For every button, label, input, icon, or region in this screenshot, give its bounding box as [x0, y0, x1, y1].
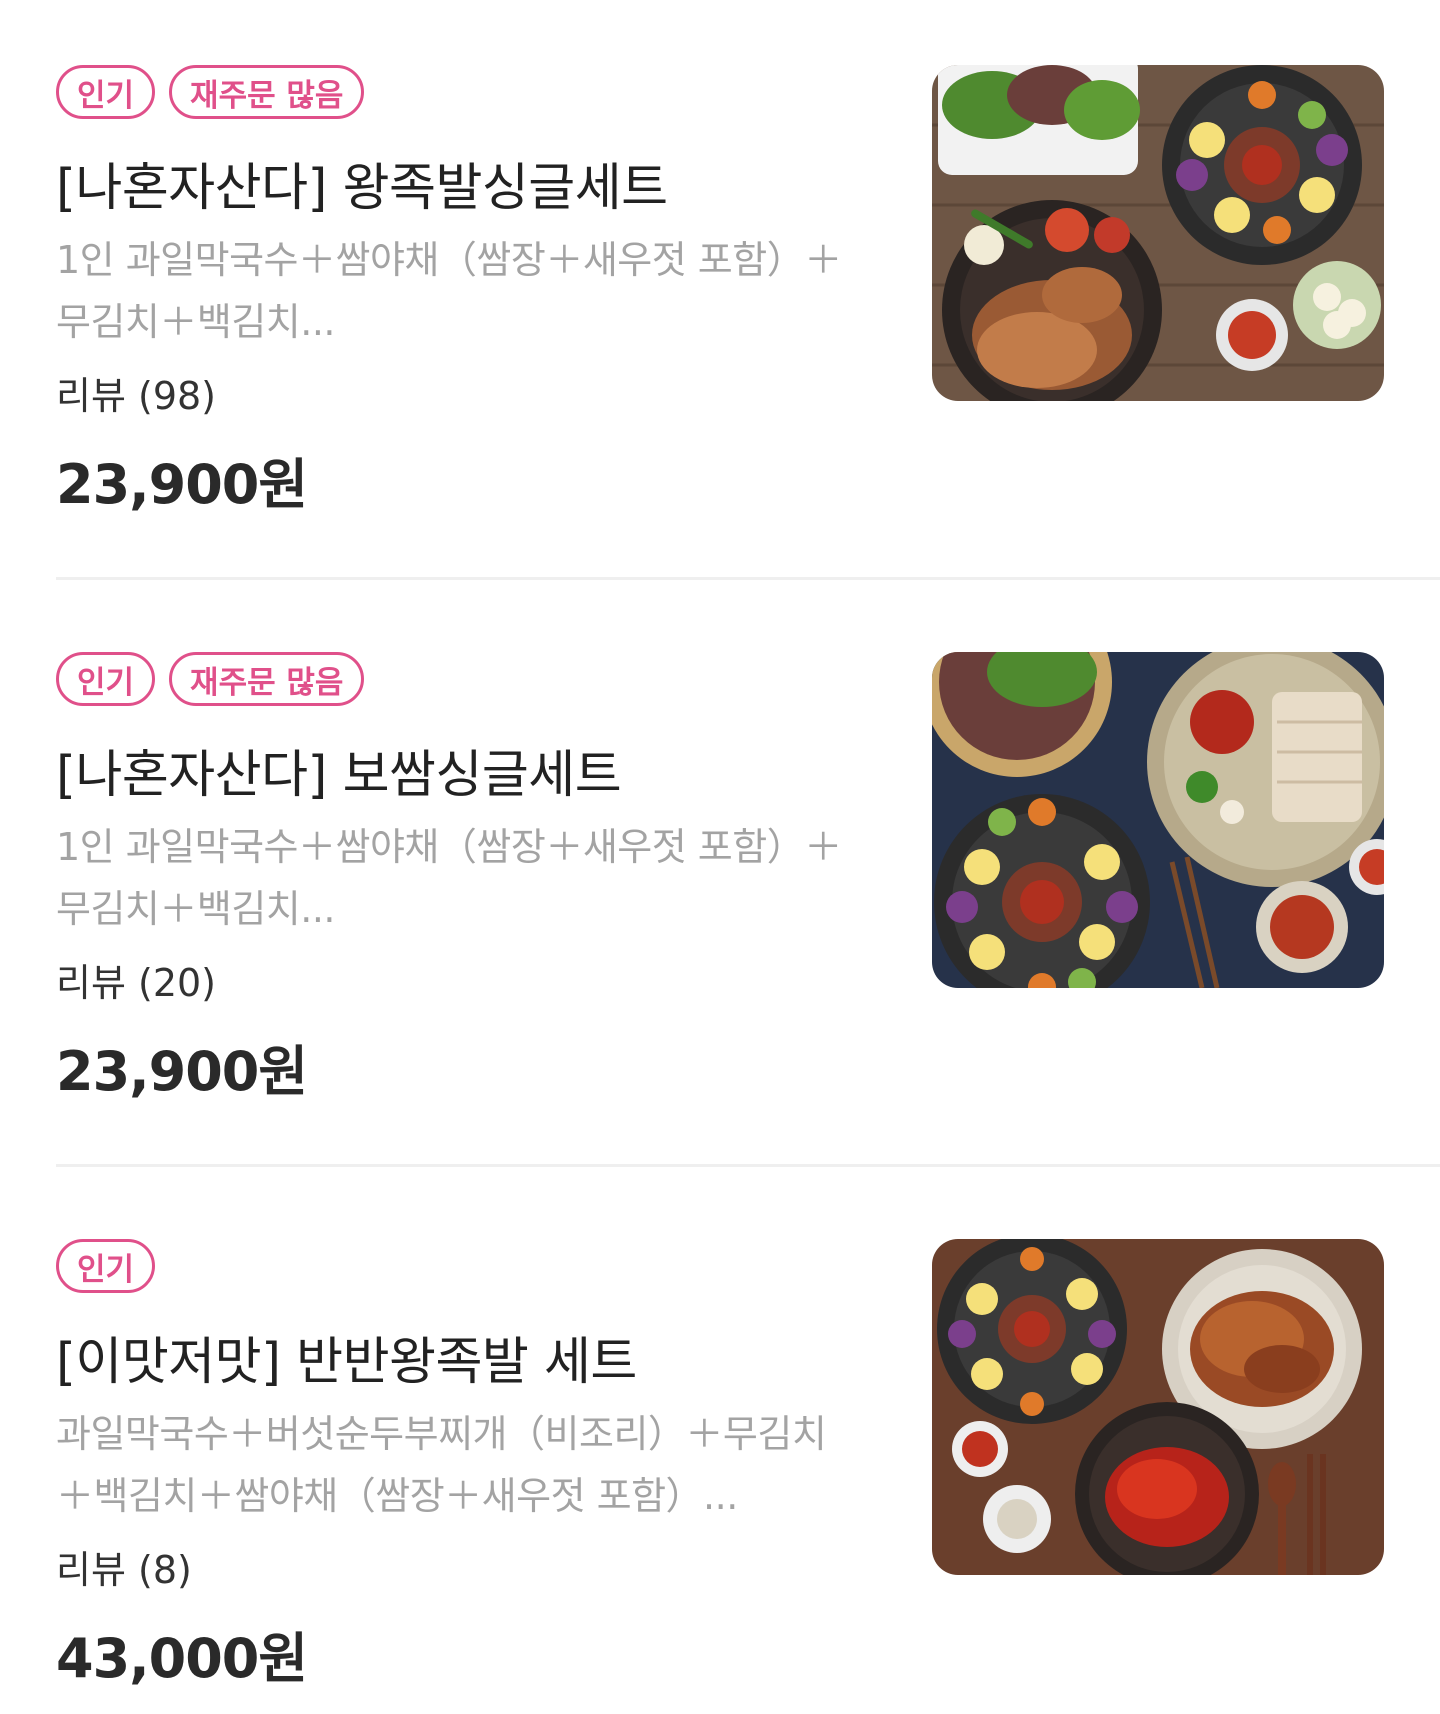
- item-price: 43,000원: [56, 1627, 308, 1690]
- menu-item[interactable]: 인기 재주문 많음 [나혼자산다] 왕족발싱글세트 1인 과일막국수＋쌈야채（쌈…: [0, 0, 1440, 540]
- badge-reorder: 재주문 많음: [169, 65, 365, 119]
- badge-group: 인기 재주문 많음: [56, 65, 365, 119]
- badge-popular: 인기: [56, 1239, 156, 1293]
- item-review-count: 리뷰 (98): [56, 374, 217, 418]
- badge-reorder: 재주문 많음: [169, 652, 365, 706]
- bossam-set-photo[interactable]: [932, 652, 1384, 988]
- badge-popular: 인기: [56, 65, 156, 119]
- item-description: 1인 과일막국수＋쌈야채（쌈장＋새우젓 포함）＋무김치＋백김치...: [56, 238, 842, 344]
- item-price: 23,900원: [56, 453, 308, 516]
- item-price: 23,900원: [56, 1040, 308, 1103]
- half-half-jokbal-photo[interactable]: [932, 1239, 1384, 1575]
- item-title[interactable]: [나혼자산다] 보쌈싱글세트: [56, 733, 622, 807]
- item-description: 1인 과일막국수＋쌈야채（쌈장＋새우젓 포함）＋무김치＋백김치...: [56, 825, 842, 931]
- badge-popular: 인기: [56, 652, 156, 706]
- divider: [56, 1164, 1440, 1167]
- divider: [56, 577, 1440, 580]
- item-review-count: 리뷰 (20): [56, 961, 217, 1005]
- badge-group: 인기: [56, 1239, 156, 1293]
- item-title[interactable]: [이맛저맛] 반반왕족발 세트: [56, 1320, 637, 1394]
- jokbal-set-photo[interactable]: [932, 65, 1384, 401]
- menu-item[interactable]: 인기 재주문 많음 [나혼자산다] 보쌈싱글세트 1인 과일막국수＋쌈야채（쌈장…: [0, 587, 1440, 1127]
- badge-group: 인기 재주문 많음: [56, 652, 365, 706]
- item-review-count: 리뷰 (8): [56, 1548, 192, 1592]
- item-title[interactable]: [나혼자산다] 왕족발싱글세트: [56, 146, 668, 220]
- menu-item[interactable]: 인기 [이맛저맛] 반반왕족발 세트 과일막국수＋버섯순두부찌개（비조리）＋무김…: [0, 1174, 1440, 1714]
- item-description: 과일막국수＋버섯순두부찌개（비조리）＋무김치＋백김치＋쌈야채（쌈장＋새우젓 포함…: [56, 1412, 827, 1518]
